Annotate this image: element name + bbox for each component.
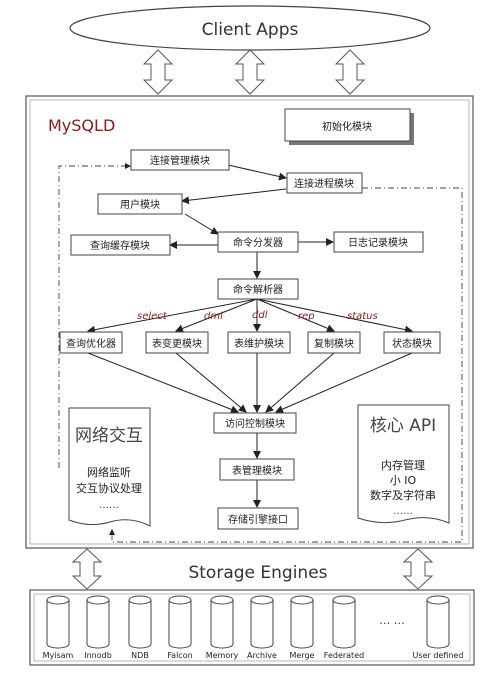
client-double-arrows — [142, 49, 366, 95]
svg-text:复制模块: 复制模块 — [314, 337, 354, 350]
cmd-parser-module: 命令解析器 — [217, 278, 299, 300]
storage-engine-myisam: Myisam — [43, 595, 74, 660]
branch-label-select: select — [137, 311, 168, 322]
double-arrow-1 — [142, 49, 174, 95]
init-module: 初始化模块 — [284, 108, 414, 145]
mysql-architecture-diagram: Client Apps MySQLD 初始化模块 select dml ddl … — [0, 0, 499, 687]
double-arrow-3 — [334, 49, 366, 95]
svg-text:初始化模块: 初始化模块 — [322, 120, 372, 133]
svg-text:数字及字符串: 数字及字符串 — [370, 488, 436, 502]
network-title: 网络交互 — [75, 426, 143, 446]
storage-engine-label: User defined — [413, 651, 464, 660]
cylinder-cap — [210, 595, 234, 605]
table-mgmt-module: 表管理模块 — [219, 458, 295, 481]
storage-engines-title: Storage Engines — [188, 563, 327, 583]
branch-label-dml: dml — [204, 311, 223, 322]
storage-ellipsis: … … — [379, 614, 405, 627]
cylinder-body — [86, 600, 110, 649]
svg-text:内存管理: 内存管理 — [381, 458, 425, 472]
table-maint-module: 表维护模块 — [227, 331, 291, 354]
cylinder-cap — [290, 595, 314, 605]
storage-engine-user-defined: User defined — [413, 595, 464, 660]
cmd-dispatch-module: 命令分发器 — [217, 231, 299, 253]
storage-engine-ndb: NDB — [128, 595, 152, 660]
svg-text:命令分发器: 命令分发器 — [233, 236, 283, 249]
branch-label-ddl: ddl — [252, 310, 268, 321]
storage-engine-innodb: Innodb — [84, 595, 112, 660]
storage-engine-label: NDB — [131, 651, 149, 660]
user-module: 用户模块 — [97, 193, 183, 215]
cylinder-cap — [86, 595, 110, 605]
storage-engine-federated: Federated — [324, 595, 364, 660]
client-apps: Client Apps — [69, 5, 431, 51]
storage-engine-merge: Merge — [290, 595, 315, 660]
storage-engine-label: Memory — [206, 651, 239, 660]
svg-text:访问控制模块: 访问控制模块 — [225, 417, 285, 430]
cylinder-body — [290, 600, 314, 649]
branch-label-status: status — [347, 311, 378, 322]
svg-text:……: …… — [393, 506, 413, 517]
cylinder-cap — [332, 595, 356, 605]
storage-engine-archive: Archive — [247, 595, 277, 660]
double-arrow-left — [71, 548, 103, 590]
cylinder-cap — [168, 595, 192, 605]
cylinder-cap — [46, 595, 70, 605]
svg-text:日志记录模块: 日志记录模块 — [348, 236, 408, 249]
svg-text:状态模块: 状态模块 — [392, 337, 432, 350]
cylinder-body — [46, 600, 70, 649]
svg-text:交互协议处理: 交互协议处理 — [76, 481, 142, 495]
mysqld-title: MySQLD — [48, 116, 115, 135]
replication-module: 复制模块 — [307, 331, 361, 354]
svg-text:存储引擎接口: 存储引擎接口 — [228, 513, 288, 526]
query-cache-module: 查询缓存模块 — [70, 234, 171, 256]
svg-text:命令解析器: 命令解析器 — [233, 283, 283, 296]
core-api-title: 核心 API — [370, 416, 436, 436]
svg-text:小 IO: 小 IO — [390, 474, 417, 487]
cylinder-cap — [426, 595, 450, 605]
network-interaction-block: 网络交互 网络监听 交互协议处理 …… — [68, 407, 151, 527]
access-ctrl-module: 访问控制模块 — [213, 412, 297, 434]
log-module: 日志记录模块 — [333, 231, 424, 253]
storage-engine-memory: Memory — [206, 595, 239, 660]
branch-label-rep: rep — [298, 311, 315, 322]
storage-engine-label: Falcon — [167, 651, 192, 660]
cylinder-body — [250, 600, 274, 649]
cylinder-cap — [128, 595, 152, 605]
svg-text:网络监听: 网络监听 — [87, 465, 131, 479]
storage-engine-label: Myisam — [43, 651, 74, 660]
double-arrow-2 — [234, 49, 266, 95]
cylinder-body — [210, 600, 234, 649]
core-api-block: 核心 API 内存管理 小 IO 数字及字符串 …… — [357, 404, 450, 524]
storage-engine-label: Merge — [290, 651, 315, 660]
conn-mgmt-module: 连接管理模块 — [130, 149, 230, 171]
storage-if-module: 存储引擎接口 — [217, 507, 299, 530]
svg-text:表维护模块: 表维护模块 — [234, 337, 284, 350]
storage-engine-list: Myisam Innodb NDB Falcon Memory Archive Merge F… — [43, 595, 464, 660]
svg-text:查询缓存模块: 查询缓存模块 — [90, 239, 150, 252]
cylinder-body — [426, 600, 450, 649]
svg-text:表变更模块: 表变更模块 — [152, 337, 202, 350]
svg-text:连接管理模块: 连接管理模块 — [150, 154, 210, 167]
cylinder-body — [168, 600, 192, 649]
svg-text:表管理模块: 表管理模块 — [232, 464, 282, 477]
svg-text:用户模块: 用户模块 — [120, 198, 160, 211]
svg-text:查询优化器: 查询优化器 — [66, 337, 116, 350]
status-module: 状态模块 — [383, 331, 441, 354]
client-apps-label: Client Apps — [202, 20, 299, 40]
svg-text:连接进程模块: 连接进程模块 — [294, 177, 354, 190]
diagram-canvas: Client Apps MySQLD 初始化模块 select dml ddl … — [25, 5, 475, 666]
storage-engine-label: Federated — [324, 651, 364, 660]
storage-engine-label: Innodb — [84, 651, 112, 660]
table-change-module: 表变更模块 — [145, 331, 209, 354]
optimizer-module: 查询优化器 — [59, 331, 123, 354]
conn-thread-module: 连接进程模块 — [286, 172, 363, 194]
storage-engine-label: Archive — [247, 651, 277, 660]
cylinder-body — [332, 600, 356, 649]
cylinder-cap — [250, 595, 274, 605]
storage-engine-falcon: Falcon — [167, 595, 193, 660]
cylinder-body — [128, 600, 152, 649]
double-arrow-right — [402, 548, 434, 590]
svg-text:……: …… — [99, 500, 119, 511]
